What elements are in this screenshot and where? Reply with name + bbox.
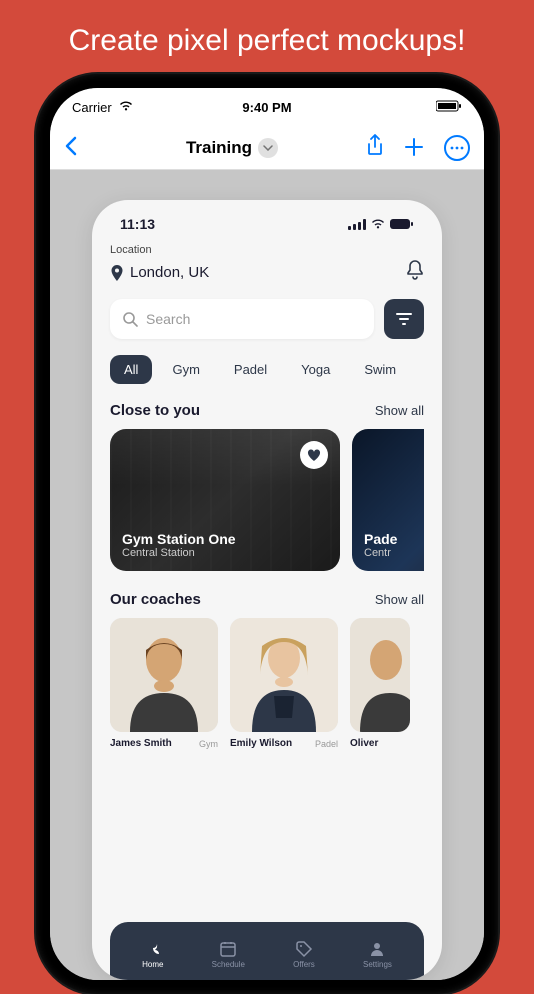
pill-more[interactable]: Go [416, 355, 424, 384]
carrier-label: Carrier [72, 100, 112, 115]
wifi-icon [118, 100, 134, 115]
filter-button[interactable] [384, 299, 424, 339]
coaches-show-all[interactable]: Show all [375, 592, 424, 607]
nav-home[interactable]: Home [142, 940, 163, 969]
nav-label: Home [142, 960, 163, 969]
coach-avatar [110, 618, 218, 732]
pill-all[interactable]: All [110, 355, 152, 384]
coach-name: Emily Wilson [230, 738, 292, 749]
coach-card[interactable]: Oliver [350, 618, 410, 749]
coach-category: Gym [199, 739, 218, 749]
place-sub: Centr [364, 547, 424, 559]
iphone-frame: Carrier 9:40 PM Training [36, 74, 498, 994]
bottom-nav: Home Schedule Offers Settings [110, 922, 424, 980]
nav-offers[interactable]: Offers [293, 940, 315, 969]
pin-icon [110, 265, 124, 281]
title-dropdown[interactable] [258, 138, 278, 158]
coach-avatar [230, 618, 338, 732]
nav-title: Training [186, 138, 252, 158]
category-pills: All Gym Padel Yoga Swim Go [110, 355, 424, 384]
section-close-title: Close to you [110, 402, 200, 419]
pill-gym[interactable]: Gym [158, 355, 213, 384]
coach-avatar [350, 618, 410, 732]
location-value: London, UK [130, 264, 209, 281]
place-sub: Central Station [122, 547, 328, 559]
nav-label: Offers [293, 960, 315, 969]
place-card[interactable]: Gym Station One Central Station [110, 429, 340, 571]
person-icon [368, 940, 386, 958]
inner-status-bar: 11:13 [110, 216, 424, 244]
place-name: Gym Station One [122, 531, 328, 547]
battery-icon [390, 218, 414, 230]
coach-category: Padel [315, 739, 338, 749]
promo-headline: Create pixel perfect mockups! [0, 0, 534, 74]
pill-swim[interactable]: Swim [350, 355, 410, 384]
nav-label: Settings [363, 960, 392, 969]
heart-icon [307, 449, 321, 462]
more-button[interactable] [444, 135, 470, 161]
search-icon [122, 311, 138, 327]
location-label: Location [110, 244, 424, 256]
add-button[interactable] [404, 132, 424, 164]
filter-icon [395, 312, 413, 326]
nav-settings[interactable]: Settings [363, 940, 392, 969]
place-name: Pade [364, 531, 424, 547]
search-input[interactable]: Search [110, 299, 374, 339]
pill-padel[interactable]: Padel [220, 355, 281, 384]
section-coaches-title: Our coaches [110, 591, 201, 608]
nav-schedule[interactable]: Schedule [212, 940, 245, 969]
inner-time: 11:13 [120, 216, 155, 232]
outer-status-bar: Carrier 9:40 PM [50, 88, 484, 126]
share-icon[interactable] [366, 134, 384, 162]
calendar-icon [219, 940, 237, 958]
battery-icon [436, 100, 462, 115]
pill-yoga[interactable]: Yoga [287, 355, 344, 384]
nav-label: Schedule [212, 960, 245, 969]
back-button[interactable] [64, 132, 98, 163]
outer-time: 9:40 PM [242, 100, 291, 115]
favorite-button[interactable] [300, 441, 328, 469]
home-icon [144, 940, 162, 958]
bell-icon[interactable] [406, 260, 424, 285]
place-card[interactable]: Pade Centr [352, 429, 424, 571]
outer-navbar: Training [50, 126, 484, 170]
close-show-all[interactable]: Show all [375, 403, 424, 418]
location-selector[interactable]: London, UK [110, 264, 209, 281]
canvas-area[interactable]: 11:13 Location London, UK [50, 170, 484, 980]
search-placeholder: Search [146, 311, 190, 327]
signal-icon [348, 219, 366, 230]
coach-card[interactable]: Emily Wilson Padel [230, 618, 338, 749]
coach-name: James Smith [110, 738, 172, 749]
tag-icon [295, 940, 313, 958]
wifi-icon [370, 218, 386, 230]
iphone-screen: Carrier 9:40 PM Training [50, 88, 484, 980]
mockup-phone[interactable]: 11:13 Location London, UK [92, 200, 442, 980]
coach-card[interactable]: James Smith Gym [110, 618, 218, 749]
coach-name: Oliver [350, 738, 378, 749]
